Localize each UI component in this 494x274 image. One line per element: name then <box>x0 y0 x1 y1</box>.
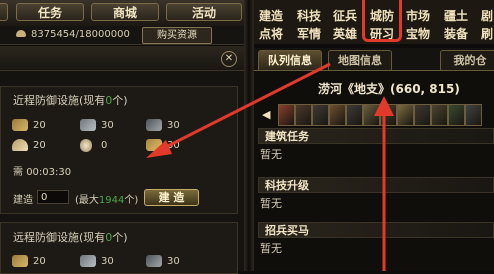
annotation-arrows <box>146 62 394 271</box>
arrow-head-vertical <box>374 96 394 116</box>
arrow-line-diagonal <box>159 62 331 152</box>
arrow-head-diagonal <box>146 140 172 158</box>
